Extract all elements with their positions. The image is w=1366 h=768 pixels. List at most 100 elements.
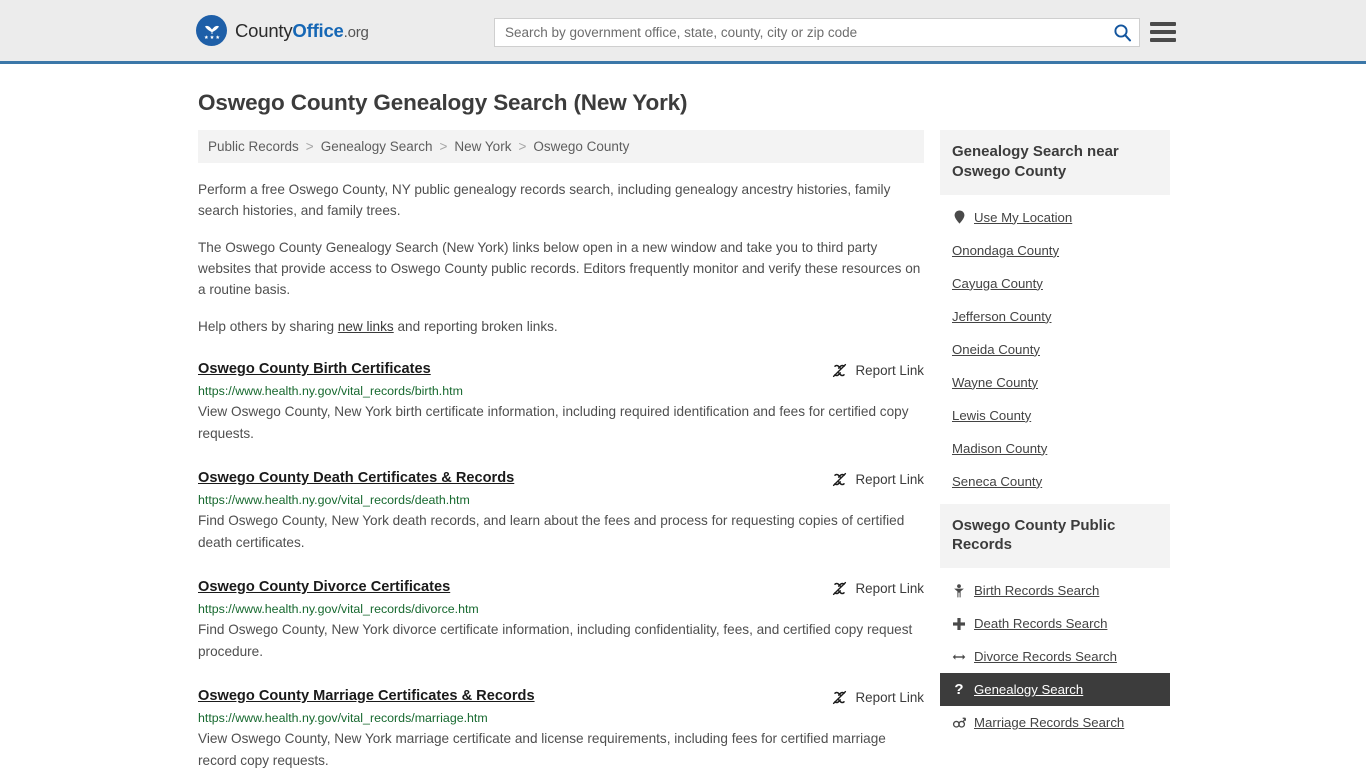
sidebar-item-oneida-county[interactable]: Oneida County bbox=[940, 333, 1170, 366]
breadcrumb-separator: > bbox=[439, 139, 448, 154]
sidebar-item-cayuga-county[interactable]: Cayuga County bbox=[940, 267, 1170, 300]
result-title-link[interactable]: Oswego County Death Certificates & Recor… bbox=[198, 470, 514, 486]
hamburger-bar bbox=[1150, 22, 1176, 26]
nearby-card-title: Genealogy Search near Oswego County bbox=[940, 130, 1170, 195]
content-columns: Public Records > Genealogy Search > New … bbox=[198, 130, 1170, 768]
intro-paragraph-1: Perform a free Oswego County, NY public … bbox=[198, 182, 891, 219]
male-female-icon bbox=[952, 716, 966, 730]
site-logo[interactable]: CountyOffice.org bbox=[196, 15, 369, 46]
report-link-label: Report Link bbox=[855, 690, 924, 706]
report-link-label: Report Link bbox=[855, 363, 924, 379]
sidebar-item-wayne-county[interactable]: Wayne County bbox=[940, 366, 1170, 399]
breadcrumb: Public Records > Genealogy Search > New … bbox=[198, 130, 924, 163]
sidebar-item-birth-records-search[interactable]: Birth Records Search bbox=[940, 574, 1170, 607]
sidebar-item-lewis-county[interactable]: Lewis County bbox=[940, 399, 1170, 432]
report-link-label: Report Link bbox=[855, 472, 924, 488]
result-description: View Oswego County, New York birth certi… bbox=[198, 404, 909, 441]
hamburger-bar bbox=[1150, 30, 1176, 34]
sidebar-item-divorce-records-search[interactable]: Divorce Records Search bbox=[940, 640, 1170, 673]
result-header: Oswego County Marriage Certificates & Re… bbox=[198, 688, 924, 706]
report-link-button[interactable]: Report Link bbox=[831, 470, 924, 488]
breadcrumb-separator: > bbox=[518, 139, 527, 154]
sidebar-item-label: Cayuga County bbox=[952, 275, 1043, 291]
result-header: Oswego County Birth Certificates Report … bbox=[198, 361, 924, 379]
intro-section: Perform a free Oswego County, NY public … bbox=[198, 179, 924, 337]
left-right-arrow-icon bbox=[952, 651, 966, 663]
broken-link-icon bbox=[832, 582, 846, 596]
sidebar-item-madison-county[interactable]: Madison County bbox=[940, 432, 1170, 465]
main-content: Public Records > Genealogy Search > New … bbox=[198, 130, 924, 768]
public-records-list: Birth Records Search Death Records Searc… bbox=[940, 568, 1170, 739]
sidebar-item-label: Seneca County bbox=[952, 473, 1043, 489]
results-list: Oswego County Birth Certificates Report … bbox=[198, 361, 924, 768]
page-title: Oswego County Genealogy Search (New York… bbox=[198, 90, 688, 115]
sidebar-item-label: Genealogy Search bbox=[974, 682, 1084, 698]
cross-icon bbox=[952, 617, 966, 631]
sidebar-item-marriage-records-search[interactable]: Marriage Records Search bbox=[940, 706, 1170, 739]
result-item: Oswego County Marriage Certificates & Re… bbox=[198, 688, 924, 768]
sidebar-item-label: Jefferson County bbox=[952, 308, 1052, 324]
sidebar-item-genealogy-search[interactable]: ? Genealogy Search bbox=[940, 673, 1170, 707]
result-header: Oswego County Death Certificates & Recor… bbox=[198, 470, 924, 488]
sidebar-item-label: Wayne County bbox=[952, 374, 1039, 390]
result-url: https://www.health.ny.gov/vital_records/… bbox=[198, 711, 488, 726]
breadcrumb-separator: > bbox=[305, 139, 314, 154]
page-container: Oswego County Genealogy Search (New York… bbox=[0, 90, 1366, 768]
report-link-button[interactable]: Report Link bbox=[831, 361, 924, 379]
sidebar-item-label: Divorce Records Search bbox=[974, 649, 1117, 665]
result-title-link[interactable]: Oswego County Marriage Certificates & Re… bbox=[198, 688, 535, 704]
site-logo-text: CountyOffice.org bbox=[235, 20, 369, 42]
sidebar-item-label: Lewis County bbox=[952, 407, 1032, 423]
search-input[interactable] bbox=[495, 19, 1105, 46]
eagle-stars-logo-icon bbox=[196, 15, 227, 46]
broken-link-icon bbox=[832, 473, 846, 487]
sidebar-item-onondaga-county[interactable]: Onondaga County bbox=[940, 234, 1170, 267]
search-icon bbox=[1113, 24, 1131, 42]
person-icon bbox=[952, 583, 966, 598]
sidebar-item-use-my-location[interactable]: Use My Location bbox=[940, 201, 1170, 234]
result-header: Oswego County Divorce Certificates Repor… bbox=[198, 579, 924, 597]
report-link-label: Report Link bbox=[855, 581, 924, 597]
public-records-card-title: Oswego County Public Records bbox=[940, 503, 1170, 569]
result-description: Find Oswego County, New York divorce cer… bbox=[198, 622, 913, 659]
sidebar: Genealogy Search near Oswego County Use … bbox=[940, 130, 1170, 745]
result-url: https://www.health.ny.gov/vital_records/… bbox=[198, 384, 463, 399]
sidebar-item-label: Death Records Search bbox=[974, 616, 1108, 632]
sidebar-item-label: Birth Records Search bbox=[974, 583, 1100, 599]
result-title-link[interactable]: Oswego County Divorce Certificates bbox=[198, 579, 450, 595]
intro-paragraph-3: Help others by sharing new links and rep… bbox=[198, 316, 924, 337]
nearby-genealogy-card: Genealogy Search near Oswego County Use … bbox=[940, 130, 1170, 498]
nearby-list: Use My Location Onondaga County Cayuga C… bbox=[940, 195, 1170, 498]
sidebar-item-seneca-county[interactable]: Seneca County bbox=[940, 465, 1170, 498]
public-records-card: Oswego County Public Records Birth Recor… bbox=[940, 503, 1170, 740]
breadcrumb-item-oswego-county[interactable]: Oswego County bbox=[533, 139, 629, 154]
search-bar[interactable] bbox=[494, 18, 1140, 47]
breadcrumb-item-new-york[interactable]: New York bbox=[454, 139, 511, 154]
hamburger-menu-icon[interactable] bbox=[1150, 20, 1176, 44]
sidebar-item-death-records-search[interactable]: Death Records Search bbox=[940, 607, 1170, 640]
result-item: Oswego County Death Certificates & Recor… bbox=[198, 470, 924, 553]
sidebar-item-label: Oneida County bbox=[952, 341, 1040, 357]
sidebar-item-label: Marriage Records Search bbox=[974, 715, 1125, 731]
result-title-link[interactable]: Oswego County Birth Certificates bbox=[198, 361, 431, 377]
sidebar-item-jefferson-county[interactable]: Jefferson County bbox=[940, 300, 1170, 333]
sidebar-item-label: Onondaga County bbox=[952, 242, 1060, 258]
site-header: CountyOffice.org bbox=[0, 0, 1366, 64]
brand-county: County bbox=[235, 19, 293, 41]
intro-p3-before: Help others by sharing bbox=[198, 319, 338, 335]
result-item: Oswego County Birth Certificates Report … bbox=[198, 361, 924, 444]
brand-org: .org bbox=[343, 23, 369, 41]
broken-link-icon bbox=[832, 691, 846, 705]
breadcrumb-item-genealogy-search[interactable]: Genealogy Search bbox=[321, 139, 433, 154]
search-button[interactable] bbox=[1105, 19, 1139, 46]
report-link-button[interactable]: Report Link bbox=[831, 579, 924, 597]
sidebar-item-label: Madison County bbox=[952, 440, 1048, 456]
breadcrumb-item-public-records[interactable]: Public Records bbox=[208, 139, 299, 154]
result-url: https://www.health.ny.gov/vital_records/… bbox=[198, 602, 479, 617]
result-description: View Oswego County, New York marriage ce… bbox=[198, 731, 886, 768]
intro-p3-after: and reporting broken links. bbox=[393, 319, 558, 335]
broken-link-icon bbox=[832, 364, 846, 378]
report-link-button[interactable]: Report Link bbox=[831, 688, 924, 706]
question-mark-icon: ? bbox=[954, 681, 964, 699]
new-links-link[interactable]: new links bbox=[338, 319, 394, 334]
